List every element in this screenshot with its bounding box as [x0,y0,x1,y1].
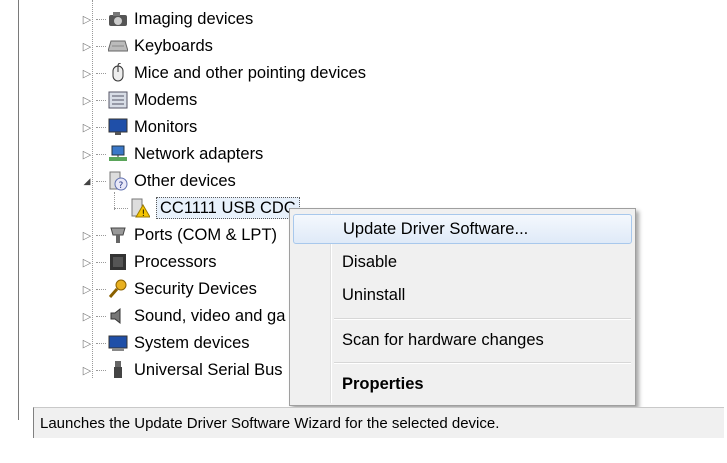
tree-item-system-devices[interactable]: ▷ System devices [80,330,250,356]
tree-item-modems[interactable]: ▷ Modems [80,87,198,113]
keyboard-icon [108,37,128,55]
status-text: Launches the Update Driver Software Wiza… [40,414,500,432]
expand-arrow-icon[interactable]: ▷ [80,256,94,269]
tree-item-label: Keyboards [134,37,213,55]
menu-separator [334,318,631,320]
network-icon [108,145,128,163]
menu-separator [334,362,631,364]
tree-item-imaging-devices[interactable]: ▷ Imaging devices [80,6,253,32]
collapse-arrow-icon[interactable]: ◢ [80,176,94,187]
menu-item-update-driver[interactable]: Update Driver Software... [293,214,632,244]
tree-item-label: Universal Serial Bus [134,361,283,379]
tree-item-label: Network adapters [134,145,264,163]
tree-item-processors[interactable]: ▷ Processors [80,249,217,275]
svg-text:!: ! [142,209,146,218]
warning-device-icon: ! [130,198,150,218]
window-left-border [18,0,19,420]
expand-arrow-icon[interactable]: ▷ [80,310,94,323]
mouse-icon [108,63,128,82]
tree-item-other-devices[interactable]: ◢ ? Other devices [80,168,236,194]
unknown-device-icon: ? [108,171,128,191]
menu-item-label: Update Driver Software... [343,219,529,238]
tree-item-security-devices[interactable]: ▷ Security Devices [80,276,257,302]
menu-item-label: Scan for hardware changes [342,330,544,349]
usb-icon [108,361,128,379]
camera-icon [108,10,128,28]
tree-item-label: Imaging devices [134,10,254,28]
tree-item-label: Other devices [134,172,236,190]
modem-icon [108,91,128,109]
speaker-icon [108,307,128,325]
key-icon [108,279,128,298]
expand-arrow-icon[interactable]: ▷ [80,229,94,242]
expand-arrow-icon[interactable]: ▷ [80,67,94,80]
tree-item-network-adapters[interactable]: ▷ Network adapters [80,141,264,167]
expand-arrow-icon[interactable]: ▷ [80,94,94,107]
menu-item-properties[interactable]: Properties [293,370,632,398]
tree-item-label: Sound, video and ga [134,307,286,325]
tree-item-label: Monitors [134,118,198,136]
tree-item-label: System devices [134,334,250,352]
tree-item-label: Security Devices [134,280,257,298]
expand-arrow-icon[interactable]: ▷ [80,121,94,134]
context-menu: Update Driver Software... Disable Uninst… [289,208,636,406]
menu-item-uninstall[interactable]: Uninstall [293,281,632,309]
menu-item-scan-hardware[interactable]: Scan for hardware changes [293,326,632,354]
tree-item-usb[interactable]: ▷ Universal Serial Bus [80,357,283,383]
processor-icon [108,253,128,271]
device-manager-window: ▷ Imaging devices ▷ Keyboards ▷ Mice and… [0,0,727,463]
expand-arrow-icon[interactable]: ▷ [80,283,94,296]
tree-item-ports[interactable]: ▷ Ports (COM & LPT) [80,222,277,248]
tree-item-sound-video[interactable]: ▷ Sound, video and ga [80,303,286,329]
tree-item-mice[interactable]: ▷ Mice and other pointing devices [80,60,366,86]
expand-arrow-icon[interactable]: ▷ [80,364,94,377]
menu-item-label: Disable [342,252,398,271]
port-icon [108,226,128,244]
tree-item-label: Ports (COM & LPT) [134,226,278,244]
tree-item-cc1111-usb-cdc[interactable]: ! CC1111 USB CDC [112,195,300,221]
expand-arrow-icon[interactable]: ▷ [80,148,94,161]
tree-item-label: Processors [134,253,217,271]
tree-item-monitors[interactable]: ▷ Monitors [80,114,198,140]
tree-item-label: CC1111 USB CDC [156,197,300,219]
system-icon [108,334,128,352]
menu-item-label: Uninstall [342,285,406,304]
tree-item-keyboards[interactable]: ▷ Keyboards [80,33,213,59]
tree-item-label: Mice and other pointing devices [134,64,367,82]
menu-item-disable[interactable]: Disable [293,248,632,276]
status-bar: Launches the Update Driver Software Wiza… [33,407,724,438]
expand-arrow-icon[interactable]: ▷ [80,13,94,26]
svg-text:?: ? [119,181,124,191]
expand-arrow-icon[interactable]: ▷ [80,337,94,350]
tree-item-label: Modems [134,91,198,109]
menu-item-label: Properties [342,374,424,393]
monitor-icon [108,118,128,136]
expand-arrow-icon[interactable]: ▷ [80,40,94,53]
